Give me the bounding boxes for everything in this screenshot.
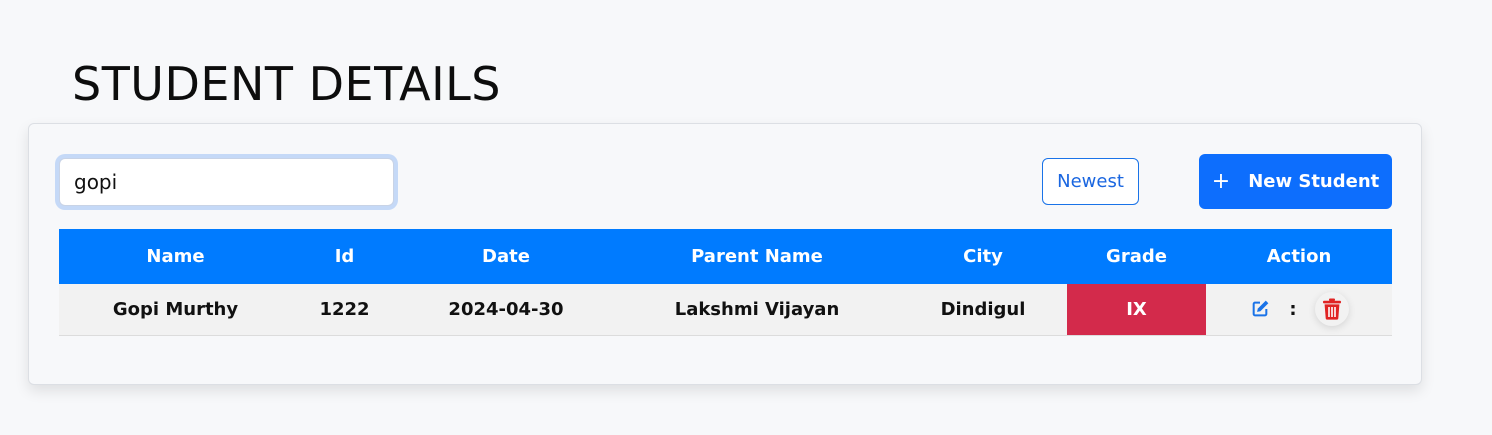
new-student-label: New Student	[1248, 171, 1380, 192]
column-header-city: City	[899, 229, 1067, 284]
cell-actions: :	[1206, 284, 1392, 336]
search-input[interactable]	[59, 158, 394, 206]
table-row: Gopi Murthy 1222 2024-04-30 Lakshmi Vija…	[59, 284, 1392, 336]
grade-badge: IX	[1067, 284, 1206, 336]
column-header-name: Name	[59, 229, 292, 284]
trash-icon	[1322, 298, 1341, 320]
new-student-button[interactable]: + New Student	[1199, 154, 1392, 209]
delete-button[interactable]	[1314, 292, 1349, 327]
sort-newest-button[interactable]: Newest	[1042, 158, 1139, 205]
cell-id: 1222	[292, 284, 397, 336]
column-header-parent-name: Parent Name	[615, 229, 899, 284]
cell-name: Gopi Murthy	[59, 284, 292, 336]
students-table: Name Id Date Parent Name City Grade Acti…	[59, 229, 1392, 336]
column-header-grade: Grade	[1067, 229, 1206, 284]
column-header-action: Action	[1206, 229, 1392, 284]
column-header-id: Id	[292, 229, 397, 284]
edit-icon	[1253, 300, 1269, 317]
table-header-row: Name Id Date Parent Name City Grade Acti…	[59, 229, 1392, 284]
action-separator: :	[1289, 298, 1297, 320]
cell-parent-name: Lakshmi Vijayan	[615, 284, 899, 336]
edit-button[interactable]	[1249, 298, 1271, 320]
cell-date: 2024-04-30	[397, 284, 615, 336]
student-card: Newest + New Student Name Id Date Parent…	[28, 123, 1422, 385]
column-header-date: Date	[397, 229, 615, 284]
plus-icon: +	[1211, 168, 1231, 194]
page-title: STUDENT DETAILS	[72, 57, 501, 111]
cell-city: Dindigul	[899, 284, 1067, 336]
